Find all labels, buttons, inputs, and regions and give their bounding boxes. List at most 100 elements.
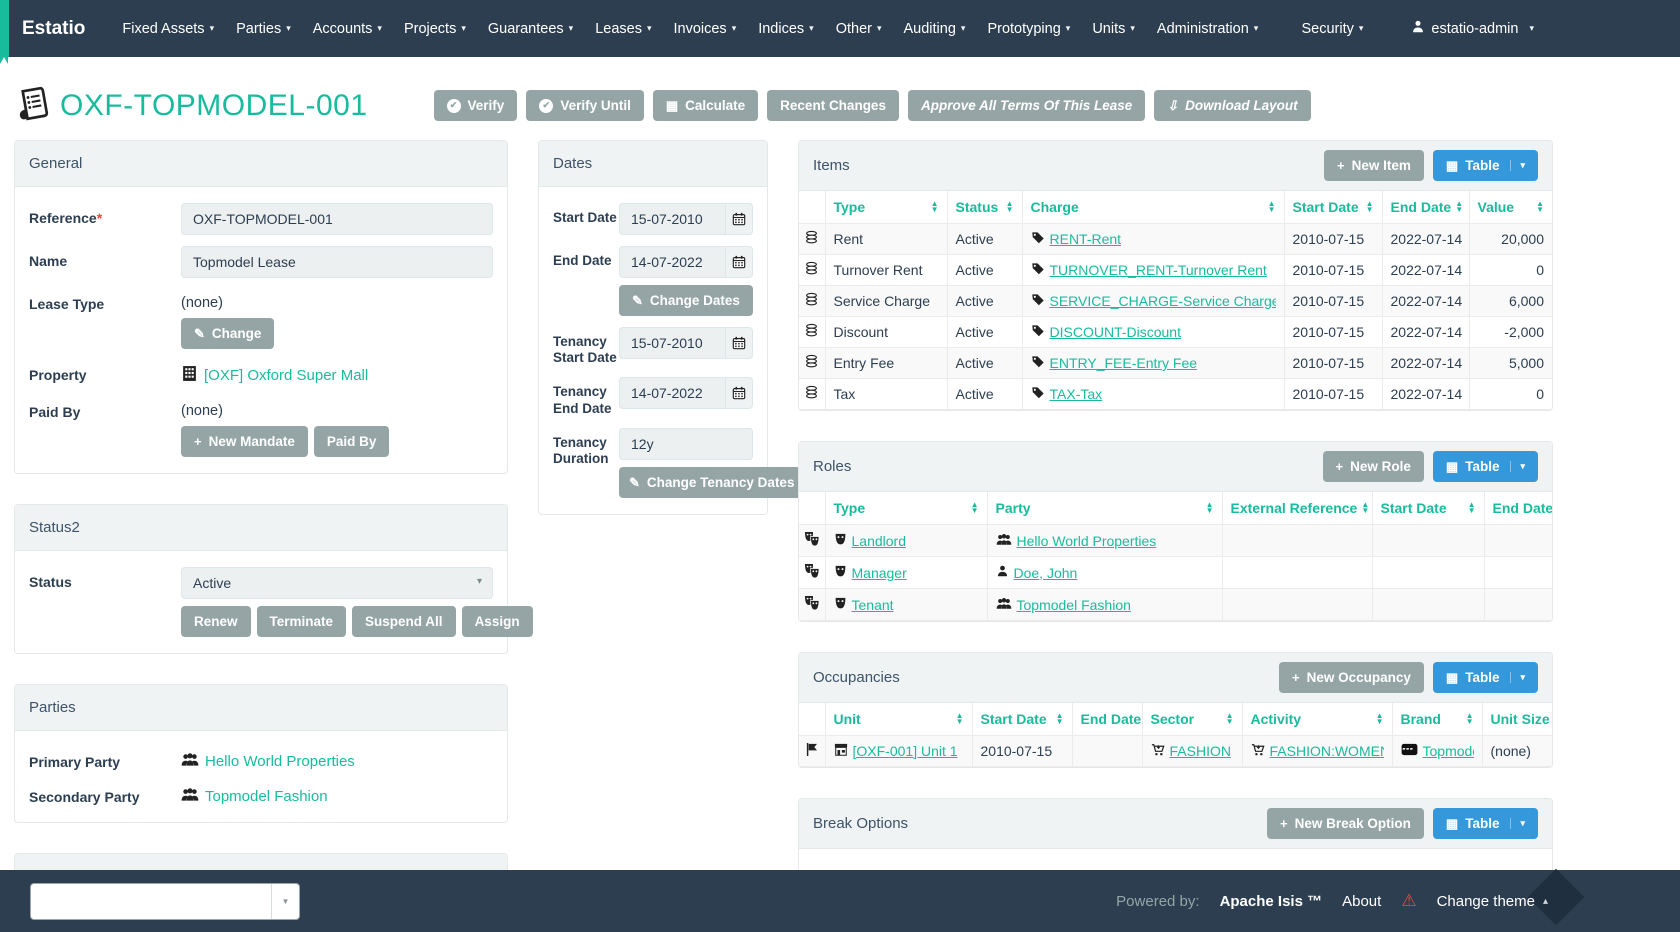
menu-units[interactable]: Units xyxy=(1081,21,1146,37)
new-item-button[interactable]: +New Item xyxy=(1324,150,1424,181)
name-input[interactable] xyxy=(181,246,493,278)
col-header-end-date[interactable]: End Date xyxy=(1382,191,1469,224)
role-type-link[interactable]: Tenant xyxy=(852,597,894,613)
calendar-icon[interactable] xyxy=(725,203,753,235)
charge-link[interactable]: TAX-Tax xyxy=(1050,386,1103,402)
col-header-party[interactable]: Party xyxy=(987,492,1222,525)
paid-by-button[interactable]: Paid By xyxy=(314,426,390,457)
primary-party-link[interactable]: Hello World Properties xyxy=(205,753,355,770)
new-mandate-button[interactable]: + New Mandate xyxy=(181,426,308,457)
assign-button[interactable]: Assign xyxy=(462,606,533,637)
verify-until-button[interactable]: ✔ Verify Until xyxy=(526,90,644,121)
brand-link[interactable]: Topmodel xyxy=(1423,743,1474,759)
menu-administration[interactable]: Administration xyxy=(1146,21,1269,37)
tenancy-duration-input[interactable] xyxy=(619,428,753,460)
terminate-button[interactable]: Terminate xyxy=(257,606,347,637)
brand-logo-icon xyxy=(1401,743,1418,759)
cart-icon xyxy=(1151,743,1165,760)
col-header-end-date[interactable]: End Date xyxy=(1072,703,1142,736)
col-header-charge[interactable]: Charge xyxy=(1022,191,1284,224)
menu-other[interactable]: Other xyxy=(825,21,893,37)
download-layout-button[interactable]: ⇩ Download Layout xyxy=(1154,90,1310,121)
menu-accounts[interactable]: Accounts xyxy=(302,21,393,37)
menu-auditing[interactable]: Auditing xyxy=(893,21,977,37)
chevron-down-icon xyxy=(569,23,574,34)
items-table-view-button[interactable]: ▦Table xyxy=(1433,150,1538,181)
break-options-table-view-button[interactable]: ▦Table xyxy=(1433,808,1538,839)
role-party-link[interactable]: Topmodel Fashion xyxy=(1017,597,1131,613)
paid-by-row: Paid By (none) + New Mandate Paid By xyxy=(29,397,493,457)
renew-button[interactable]: Renew xyxy=(181,606,251,637)
col-header-start-date[interactable]: Start Date xyxy=(1284,191,1382,224)
change-lease-type-button[interactable]: ✎ Change xyxy=(181,318,274,349)
menu-leases[interactable]: Leases xyxy=(584,21,662,37)
reference-input[interactable] xyxy=(181,203,493,235)
charge-link[interactable]: TURNOVER_RENT-Turnover Rent xyxy=(1050,262,1267,278)
calendar-icon[interactable] xyxy=(725,327,753,359)
col-header-activity[interactable]: Activity xyxy=(1242,703,1392,736)
user-menu[interactable]: estatio-admin xyxy=(1400,19,1545,38)
charge-link[interactable]: SERVICE_CHARGE-Service Charge xyxy=(1050,293,1276,309)
charge-link[interactable]: RENT-Rent xyxy=(1050,231,1122,247)
col-header-unit[interactable]: Unit xyxy=(825,703,972,736)
change-theme-link[interactable]: Change theme xyxy=(1437,893,1535,910)
tenancy-start-input[interactable] xyxy=(619,327,725,359)
tenancy-end-input[interactable] xyxy=(619,377,725,409)
col-header-sector[interactable]: Sector xyxy=(1142,703,1242,736)
new-break-option-button[interactable]: +New Break Option xyxy=(1267,808,1424,839)
col-header-type[interactable]: Type xyxy=(825,492,987,525)
menu-security[interactable]: Security xyxy=(1291,21,1375,37)
role-party-link[interactable]: Doe, John xyxy=(1014,565,1078,581)
role-party-link[interactable]: Hello World Properties xyxy=(1017,533,1157,549)
activity-link[interactable]: FASHION:WOMEN xyxy=(1270,743,1384,759)
recent-changes-button[interactable]: Recent Changes xyxy=(767,90,899,121)
menu-prototyping[interactable]: Prototyping xyxy=(976,21,1081,37)
col-header-status[interactable]: Status xyxy=(947,191,1022,224)
calculate-button[interactable]: ▦ Calculate xyxy=(653,90,758,121)
end-date-input[interactable] xyxy=(619,246,725,278)
new-occupancy-button[interactable]: +New Occupancy xyxy=(1279,662,1424,693)
charge-link[interactable]: ENTRY_FEE-Entry Fee xyxy=(1050,355,1198,371)
chevron-down-icon xyxy=(1130,23,1135,34)
brand-logo[interactable]: Estatio xyxy=(22,18,85,40)
roles-table-view-button[interactable]: ▦Table xyxy=(1433,451,1538,482)
panel-title: Status2 xyxy=(29,519,493,536)
suspend-all-button[interactable]: Suspend All xyxy=(352,606,456,637)
unit-link[interactable]: [OXF-001] Unit 1 xyxy=(853,743,958,759)
sector-link[interactable]: FASHION xyxy=(1170,743,1231,759)
menu-fixed-assets[interactable]: Fixed Assets xyxy=(111,21,225,37)
verify-button[interactable]: ✔ Verify xyxy=(434,90,518,121)
about-link[interactable]: About xyxy=(1342,893,1381,910)
menu-parties[interactable]: Parties xyxy=(225,21,302,37)
person-icon xyxy=(996,564,1009,581)
secondary-party-link[interactable]: Topmodel Fashion xyxy=(205,788,328,805)
calendar-icon[interactable] xyxy=(725,246,753,278)
col-header-external-reference[interactable]: External Reference xyxy=(1222,492,1372,525)
occupancies-table-view-button[interactable]: ▦Table xyxy=(1433,662,1538,693)
role-type-link[interactable]: Manager xyxy=(852,565,907,581)
charge-link[interactable]: DISCOUNT-Discount xyxy=(1050,324,1181,340)
footer-combobox[interactable] xyxy=(30,883,300,920)
property-link[interactable]: [OXF] Oxford Super Mall xyxy=(204,367,368,384)
status-select[interactable]: Active xyxy=(181,567,493,599)
col-header-start-date[interactable]: Start Date xyxy=(1372,492,1484,525)
approve-all-terms-button[interactable]: Approve All Terms Of This Lease xyxy=(908,90,1145,121)
col-header-start-date[interactable]: Start Date xyxy=(972,703,1072,736)
new-role-button[interactable]: +New Role xyxy=(1323,451,1424,482)
group-icon xyxy=(996,533,1012,549)
role-type-link[interactable]: Landlord xyxy=(852,533,907,549)
col-header-end-date[interactable]: End Date xyxy=(1484,492,1552,525)
change-dates-button[interactable]: ✎ Change Dates xyxy=(619,285,753,316)
col-header-unit-size[interactable]: Unit Size xyxy=(1482,703,1552,736)
col-header-brand[interactable]: Brand xyxy=(1392,703,1482,736)
col-header-type[interactable]: Type xyxy=(825,191,947,224)
col-header-value[interactable]: Value xyxy=(1469,191,1552,224)
menu-invoices[interactable]: Invoices xyxy=(662,21,747,37)
menu-projects[interactable]: Projects xyxy=(393,21,477,37)
calendar-icon[interactable] xyxy=(725,377,753,409)
start-date-input[interactable] xyxy=(619,203,725,235)
menu-indices[interactable]: Indices xyxy=(747,21,824,37)
apache-isis-link[interactable]: Apache Isis ™ xyxy=(1220,893,1323,910)
change-tenancy-dates-button[interactable]: ✎ Change Tenancy Dates xyxy=(619,467,804,498)
menu-guarantees[interactable]: Guarantees xyxy=(477,21,584,37)
